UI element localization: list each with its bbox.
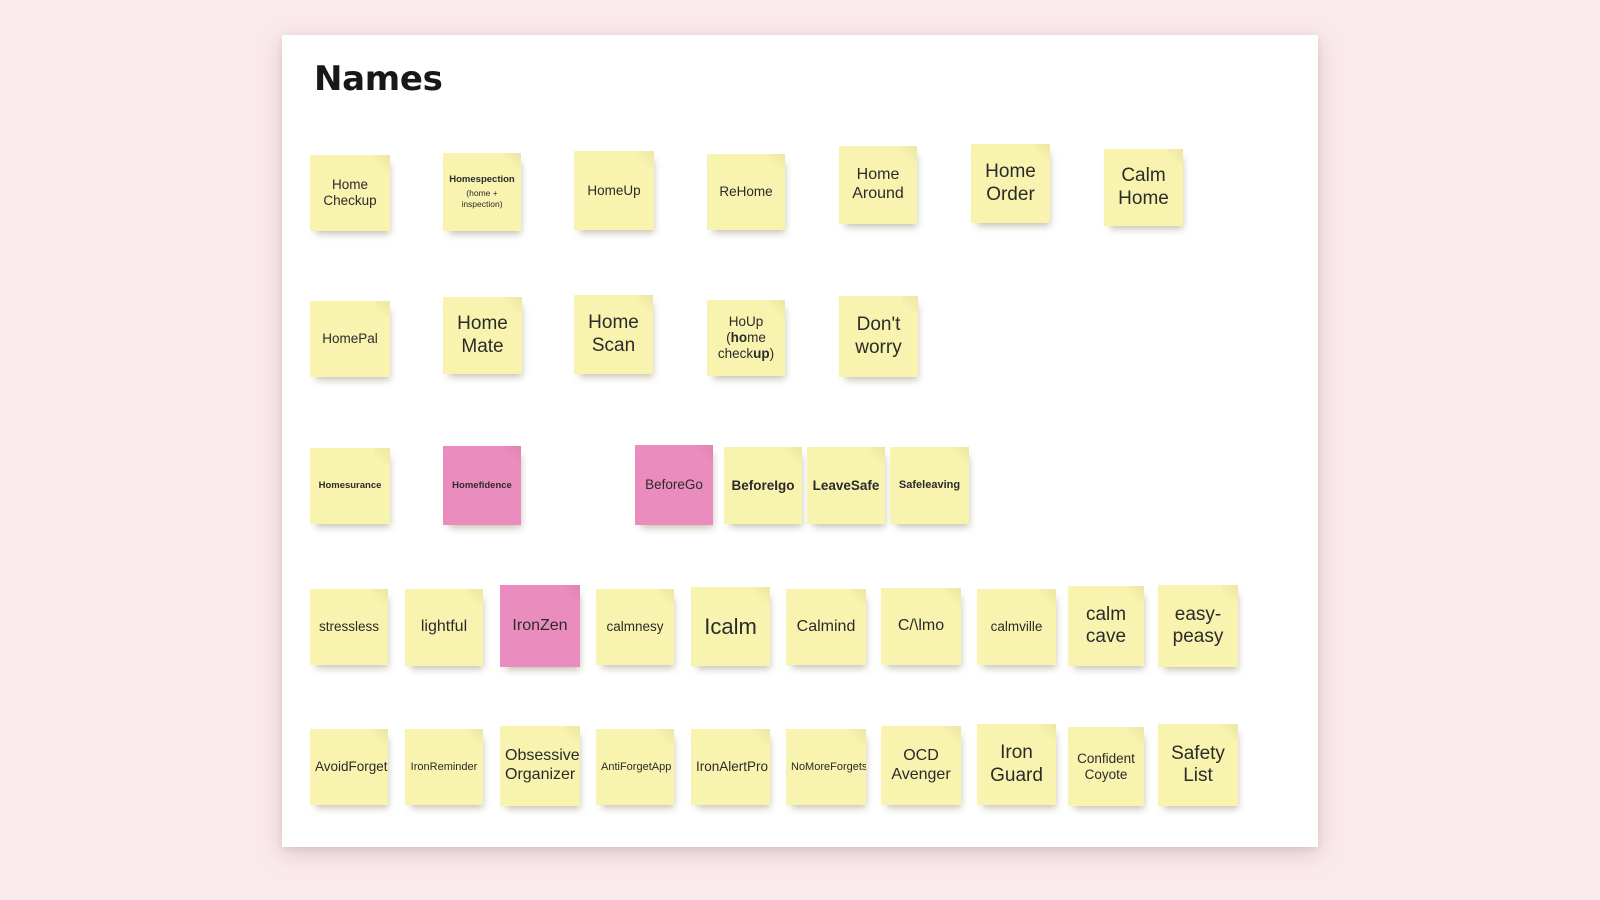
sticky-note[interactable]: Obsessive Organizer bbox=[500, 726, 580, 806]
sticky-note[interactable]: Home Order bbox=[971, 144, 1050, 223]
sticky-note-text: Home Checkup bbox=[323, 177, 377, 208]
sticky-note[interactable]: lightful bbox=[405, 589, 483, 666]
sticky-note[interactable]: ReHome bbox=[707, 154, 785, 230]
sticky-note-text: AntiForgetApp bbox=[601, 760, 672, 773]
sticky-note[interactable]: HoUp (home checkup) bbox=[707, 300, 785, 376]
sticky-note[interactable]: LeaveSafe bbox=[807, 447, 885, 524]
sticky-note-text: BeforeGo bbox=[645, 477, 703, 493]
sticky-note[interactable]: IronReminder bbox=[405, 729, 483, 805]
sticky-note-text: Home Order bbox=[985, 161, 1036, 205]
sticky-note-text: Homesurance bbox=[318, 480, 382, 492]
sticky-note-subtext: (home + inspection) bbox=[461, 188, 503, 210]
sticky-note[interactable]: Homespection (home + inspection) bbox=[443, 153, 521, 231]
sticky-note-text: LeaveSafe bbox=[812, 477, 880, 493]
sticky-note[interactable]: calm cave bbox=[1068, 586, 1144, 666]
sticky-note-text: Home Around bbox=[852, 166, 904, 202]
sticky-note-text: Calmind bbox=[796, 617, 856, 635]
sticky-note-text: Home Scan bbox=[588, 312, 639, 356]
sticky-note[interactable]: calmnesy bbox=[596, 589, 674, 665]
sticky-note[interactable]: HomeUp bbox=[574, 151, 654, 230]
sticky-note[interactable]: Iron Guard bbox=[977, 724, 1056, 805]
sticky-note-text: Don't worry bbox=[855, 314, 902, 358]
sticky-note[interactable]: IronAlertPro bbox=[691, 729, 770, 805]
sticky-note[interactable]: Confident Coyote bbox=[1068, 727, 1144, 806]
sticky-note-text: HoUp (home checkup) bbox=[717, 314, 775, 361]
sticky-note-text: calmville bbox=[990, 619, 1043, 635]
sticky-note[interactable]: C/\lmo bbox=[881, 588, 961, 665]
sticky-note-text: HomePal bbox=[322, 331, 378, 347]
sticky-note[interactable]: Calmind bbox=[786, 589, 866, 665]
sticky-note-text: Calm Home bbox=[1118, 165, 1169, 209]
sticky-note[interactable]: Safety List bbox=[1158, 724, 1238, 806]
sticky-note[interactable]: stressless bbox=[310, 589, 388, 665]
sticky-note-text: Homefidence bbox=[452, 479, 512, 491]
sticky-note-text: lightful bbox=[420, 618, 468, 636]
sticky-note-text: IronAlertPro bbox=[696, 759, 769, 775]
sticky-note[interactable]: IronZen bbox=[500, 585, 580, 667]
sticky-note[interactable]: Icalm bbox=[691, 587, 770, 666]
sticky-note[interactable]: Home Mate bbox=[443, 297, 522, 374]
sticky-note[interactable]: calmville bbox=[977, 589, 1056, 665]
sticky-note-text: Home Mate bbox=[457, 313, 508, 357]
sticky-note[interactable]: Don't worry bbox=[839, 296, 918, 377]
sticky-note[interactable]: NoMoreForgets bbox=[786, 729, 866, 805]
sticky-note[interactable]: Safeleaving bbox=[890, 447, 969, 524]
sticky-note[interactable]: BeforeGo bbox=[635, 445, 713, 525]
sticky-note[interactable]: BeforeIgo bbox=[724, 447, 802, 524]
sticky-note-text: BeforeIgo bbox=[731, 477, 795, 493]
sticky-note-text: stressless bbox=[318, 619, 379, 635]
sticky-note[interactable]: Home Scan bbox=[574, 295, 653, 374]
sticky-note-text: Homespection (home + inspection) bbox=[449, 174, 515, 210]
sticky-note-text: AvoidForget bbox=[315, 759, 388, 775]
sticky-note-text: calmnesy bbox=[606, 619, 664, 635]
sticky-note[interactable]: Calm Home bbox=[1104, 149, 1183, 226]
sticky-note[interactable]: AvoidForget bbox=[310, 729, 388, 805]
sticky-notes-canvas[interactable]: Home Checkup Homespection (home + inspecti… bbox=[282, 35, 1318, 847]
sticky-note-text: calm cave bbox=[1085, 603, 1127, 647]
sticky-note-text: Obsessive Organizer bbox=[505, 747, 580, 783]
sticky-note-text: NoMoreForgets bbox=[791, 760, 866, 773]
sticky-note-text: Safeleaving bbox=[898, 479, 961, 492]
sticky-note-text: Safety List bbox=[1171, 742, 1225, 786]
sticky-note-text: OCD Avenger bbox=[891, 746, 951, 783]
sticky-note[interactable]: Homefidence bbox=[443, 446, 521, 525]
sticky-note[interactable]: easy-peasy bbox=[1158, 585, 1238, 667]
sticky-note-text: Confident Coyote bbox=[1077, 750, 1135, 782]
whiteboard-card: Names Home Checkup Homespection (home + in… bbox=[282, 35, 1318, 847]
sticky-note-text: IronZen bbox=[512, 616, 568, 634]
sticky-note[interactable]: HomePal bbox=[310, 301, 390, 377]
sticky-note[interactable]: Homesurance bbox=[310, 448, 390, 524]
sticky-note-text: HomeUp bbox=[587, 182, 641, 198]
sticky-note-text: C/\lmo bbox=[897, 617, 945, 635]
sticky-note[interactable]: Home Checkup bbox=[310, 155, 390, 231]
sticky-note[interactable]: OCD Avenger bbox=[881, 726, 961, 805]
sticky-note-text: ReHome bbox=[719, 184, 773, 200]
sticky-note-text: Iron Guard bbox=[990, 742, 1043, 786]
sticky-note-text: IronReminder bbox=[410, 760, 478, 773]
sticky-note[interactable]: Home Around bbox=[839, 146, 917, 224]
sticky-note[interactable]: AntiForgetApp bbox=[596, 729, 674, 805]
sticky-note-text: easy-peasy bbox=[1172, 603, 1224, 647]
sticky-note-text: Icalm bbox=[704, 613, 757, 639]
